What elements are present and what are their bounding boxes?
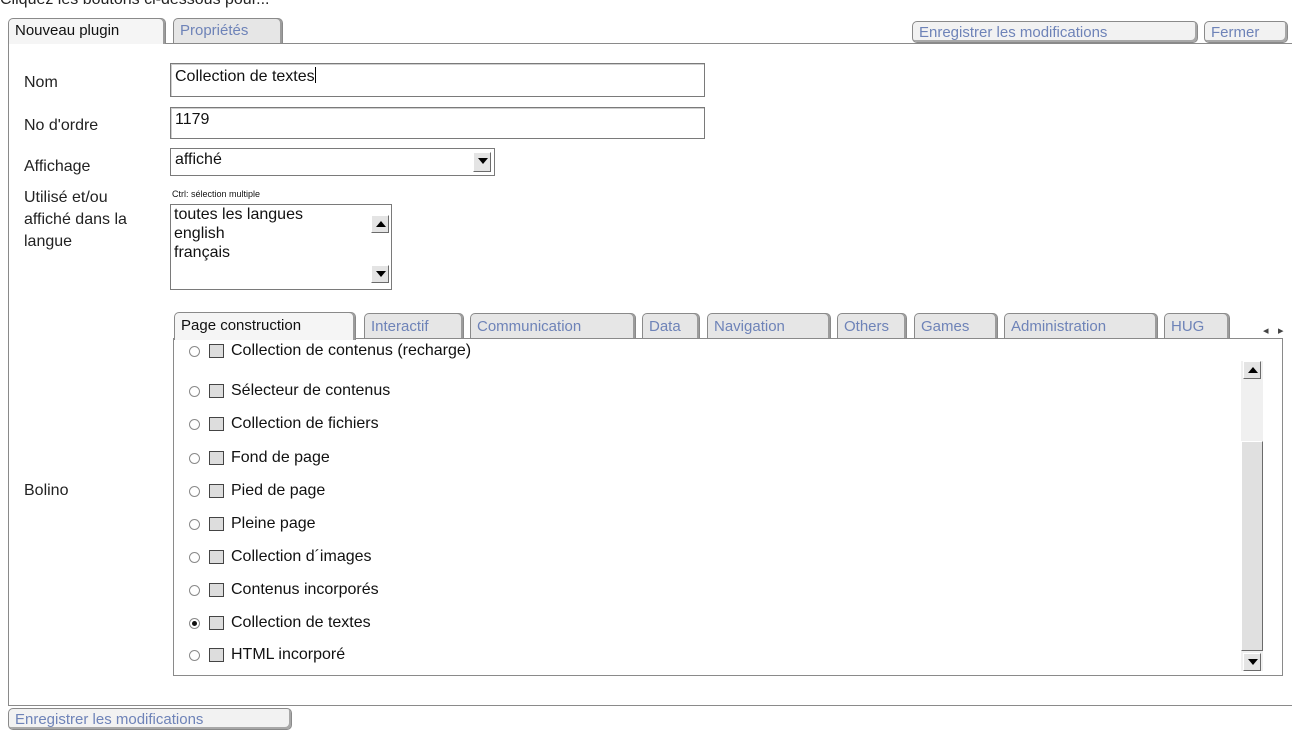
tab-administration[interactable]: Administration xyxy=(1004,313,1158,339)
close-button[interactable]: Fermer xyxy=(1204,21,1288,43)
plugin-option-label: Fond de page xyxy=(231,449,330,466)
tab-new-plugin[interactable]: Nouveau plugin xyxy=(8,18,166,44)
radio-button[interactable] xyxy=(189,453,200,464)
language-option[interactable]: français xyxy=(171,243,391,262)
chevron-down-icon xyxy=(376,271,386,277)
order-input[interactable]: 1179 xyxy=(170,107,705,139)
save-button-bottom[interactable]: Enregistrer les modifications xyxy=(8,708,292,730)
radio-button[interactable] xyxy=(189,346,200,357)
page-footer-icon xyxy=(209,484,224,498)
file-collection-icon xyxy=(209,417,224,431)
chevron-down-icon xyxy=(1248,659,1258,665)
display-select-dropdown-button[interactable] xyxy=(473,152,491,172)
plugin-type-label: Bolino xyxy=(24,482,69,499)
chevron-up-icon xyxy=(1248,367,1258,373)
tab-scroll-right-icon[interactable]: ▸ xyxy=(1278,324,1284,337)
top-banner-text: Cliquez les boutons ci-dessous pour... xyxy=(0,0,269,9)
display-label: Affichage xyxy=(24,158,91,175)
plugin-option-label: Sélecteur de contenus xyxy=(231,382,391,399)
plugin-option-label: HTML incorporé xyxy=(231,646,346,663)
tab-scroll-left-icon[interactable]: ◂ xyxy=(1263,324,1269,337)
text-caret xyxy=(314,67,316,83)
content-collection-icon xyxy=(209,344,224,358)
embedded-html-icon xyxy=(209,648,224,662)
lang-label-line2: affiché dans la xyxy=(24,211,127,228)
radio-button[interactable] xyxy=(189,386,200,397)
tab-interactif[interactable]: Interactif xyxy=(364,313,464,339)
plugin-option-label: Collection de contenus (recharge) xyxy=(231,342,472,359)
order-label: No d'ordre xyxy=(24,117,99,134)
scrollbar-thumb[interactable] xyxy=(1241,441,1263,651)
radio-button[interactable] xyxy=(189,486,200,497)
chevron-down-icon xyxy=(478,158,488,164)
tab-new-plugin-label: Nouveau plugin xyxy=(15,22,120,39)
tab-properties-label: Propriétés xyxy=(180,22,249,39)
page-background-icon xyxy=(209,451,224,465)
plugin-option-label: Pied de page xyxy=(231,482,326,499)
tab-navigation[interactable]: Navigation xyxy=(707,313,831,339)
plugin-option-label: Contenus incorporés xyxy=(231,581,379,598)
embedded-content-icon xyxy=(209,583,224,597)
listbox-scroll-down-button[interactable] xyxy=(371,265,389,283)
listbox-scroll-up-button[interactable] xyxy=(371,215,389,233)
tab-data[interactable]: Data xyxy=(642,313,700,339)
name-value: Collection de textes xyxy=(175,68,315,85)
scroll-down-button[interactable] xyxy=(1243,653,1261,671)
display-select[interactable]: affiché xyxy=(170,148,495,176)
lang-label-line1: Utilisé et/ou xyxy=(24,189,108,206)
plugin-option-label: Pleine page xyxy=(231,515,316,532)
full-page-icon xyxy=(209,517,224,531)
image-collection-icon xyxy=(209,550,224,564)
content-selector-icon xyxy=(209,384,224,398)
chevron-up-icon xyxy=(376,221,386,227)
tab-hug[interactable]: HUG xyxy=(1164,313,1230,339)
radio-button[interactable] xyxy=(189,650,200,661)
display-select-value: affiché xyxy=(175,151,222,168)
tab-games[interactable]: Games xyxy=(914,313,998,339)
lang-label-line3: langue xyxy=(24,233,73,250)
tab-communication[interactable]: Communication xyxy=(470,313,636,339)
tab-page-construction[interactable]: Page construction xyxy=(174,312,356,340)
plugin-option-label: Collection d´images xyxy=(231,548,372,565)
plugin-option-label: Collection de fichiers xyxy=(231,415,379,432)
plugin-option-label: Collection de textes xyxy=(231,614,371,631)
radio-button[interactable] xyxy=(189,519,200,530)
scroll-up-button[interactable] xyxy=(1243,361,1261,379)
save-button-top[interactable]: Enregistrer les modifications xyxy=(912,21,1198,43)
language-listbox[interactable]: toutes les langues english français xyxy=(170,204,392,290)
radio-button-selected[interactable] xyxy=(189,618,200,629)
name-input[interactable]: Collection de textes xyxy=(170,63,705,97)
tab-others[interactable]: Others xyxy=(837,313,907,339)
text-collection-icon xyxy=(209,616,224,630)
tab-properties[interactable]: Propriétés xyxy=(173,18,283,44)
radio-button[interactable] xyxy=(189,585,200,596)
radio-button[interactable] xyxy=(189,419,200,430)
multi-select-hint: Ctrl: sélection multiple xyxy=(172,189,261,199)
language-option[interactable]: english xyxy=(171,224,391,243)
name-label: Nom xyxy=(24,74,58,91)
radio-button[interactable] xyxy=(189,552,200,563)
language-option[interactable]: toutes les langues xyxy=(171,205,391,224)
plugin-options-panel: Collection de contenus (recharge) Sélect… xyxy=(173,338,1283,676)
plugin-list-scrollbar[interactable] xyxy=(1241,361,1263,671)
